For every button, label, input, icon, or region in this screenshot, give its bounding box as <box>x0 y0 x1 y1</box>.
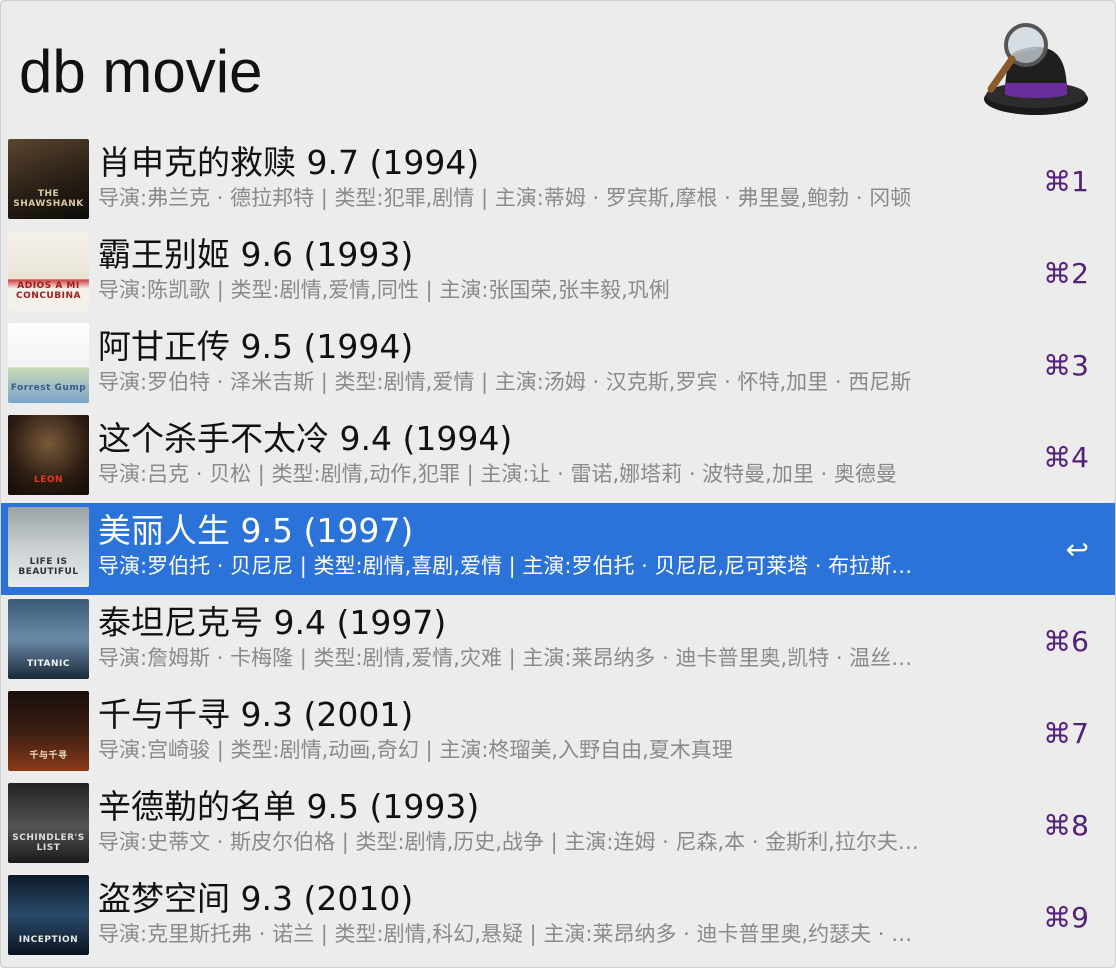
result-subtitle: 导演:史蒂文 · 斯皮尔伯格 | 类型:剧情,历史,战争 | 主演:连姆 · 尼… <box>98 830 919 854</box>
leon-poster-icon: LEON <box>8 415 89 495</box>
result-subtitle: 导演:宫崎骏 | 类型:剧情,动画,奇幻 | 主演:柊瑠美,入野自由,夏木真理 <box>98 738 733 762</box>
shortcut-hint: ⌘4 <box>1043 441 1089 474</box>
inception-poster-icon: INCEPTION <box>8 875 89 955</box>
result-row[interactable]: Forrest Gump 阿甘正传 9.5 (1994) 导演:罗伯特 · 泽米吉斯… <box>1 319 1115 411</box>
shortcut-hint: ⌘3 <box>1043 349 1089 382</box>
result-title: 阿甘正传 9.5 (1994) <box>98 327 414 366</box>
poster-label: INCEPTION <box>18 935 79 945</box>
shawshank-poster-icon: THE SHAWSHANK <box>8 139 89 219</box>
result-title: 辛德勒的名单 9.5 (1993) <box>98 787 480 826</box>
poster-label: Forrest Gump <box>10 383 87 393</box>
shortcut-hint: ⌘2 <box>1043 257 1089 290</box>
result-title: 霸王别姬 9.6 (1993) <box>98 235 414 274</box>
shortcut-hint: ⌘8 <box>1043 809 1089 842</box>
search-input[interactable] <box>19 31 919 111</box>
result-subtitle: 导演:吕克 · 贝松 | 类型:剧情,动作,犯罪 | 主演:让 · 雷诺,娜塔莉… <box>98 462 897 486</box>
result-subtitle: 导演:陈凯歌 | 类型:剧情,爱情,同性 | 主演:张国荣,张丰毅,巩俐 <box>98 278 670 302</box>
poster-label: THE SHAWSHANK <box>13 189 84 209</box>
result-row[interactable]: THE SHAWSHANK 肖申克的救赎 9.7 (1994) 导演:弗兰克 · 德… <box>1 135 1115 227</box>
schindlers-list-poster-icon: SCHINDLER'S LIST <box>8 783 89 863</box>
poster-label: LEON <box>33 475 64 485</box>
poster-label: TITANIC <box>27 659 70 669</box>
result-row[interactable]: 千与千寻 千与千寻 9.3 (2001) 导演:宫崎骏 | 类型:剧情,动画,奇幻 … <box>1 687 1115 779</box>
result-title: 盗梦空间 9.3 (2010) <box>98 879 414 918</box>
launcher-window: THE SHAWSHANK 肖申克的救赎 9.7 (1994) 导演:弗兰克 · 德… <box>0 0 1116 968</box>
return-key-icon: ↩ <box>1065 533 1089 566</box>
poster-label: 千与千寻 <box>29 751 68 761</box>
spirited-away-poster-icon: 千与千寻 <box>8 691 89 771</box>
life-is-beautiful-poster-icon: LIFE IS BEAUTIFUL <box>8 507 89 587</box>
result-row[interactable]: ADIOS A MI CONCUBINA 霸王别姬 9.6 (1993) 导演:陈凯… <box>1 227 1115 319</box>
poster-label: LIFE IS BEAUTIFUL <box>18 557 79 577</box>
shortcut-hint: ⌘7 <box>1043 717 1089 750</box>
result-row[interactable]: TITANIC 泰坦尼克号 9.4 (1997) 导演:詹姆斯 · 卡梅隆 | 类型… <box>1 595 1115 687</box>
forrest-gump-poster-icon: Forrest Gump <box>8 323 89 403</box>
shortcut-hint: ⌘1 <box>1043 165 1089 198</box>
result-row[interactable]: LEON 这个杀手不太冷 9.4 (1994) 导演:吕克 · 贝松 | 类型:剧情… <box>1 411 1115 503</box>
farewell-poster-icon: ADIOS A MI CONCUBINA <box>8 231 89 311</box>
titanic-poster-icon: TITANIC <box>8 599 89 679</box>
poster-label: ADIOS A MI CONCUBINA <box>16 281 81 301</box>
result-title: 泰坦尼克号 9.4 (1997) <box>98 603 447 642</box>
shortcut-hint: ⌘6 <box>1043 625 1089 658</box>
result-title: 肖申克的救赎 9.7 (1994) <box>98 143 480 182</box>
result-subtitle: 导演:罗伯托 · 贝尼尼 | 类型:剧情,喜剧,爱情 | 主演:罗伯托 · 贝尼… <box>98 554 913 578</box>
search-bar <box>1 1 1115 135</box>
result-title: 千与千寻 9.3 (2001) <box>98 695 414 734</box>
poster-label: SCHINDLER'S LIST <box>12 833 85 853</box>
result-subtitle: 导演:詹姆斯 · 卡梅隆 | 类型:剧情,爱情,灾难 | 主演:莱昂纳多 · 迪… <box>98 646 913 670</box>
shortcut-hint: ⌘9 <box>1043 901 1089 934</box>
result-subtitle: 导演:罗伯特 · 泽米吉斯 | 类型:剧情,爱情 | 主演:汤姆 · 汉克斯,罗… <box>98 370 912 394</box>
result-subtitle: 导演:弗兰克 · 德拉邦特 | 类型:犯罪,剧情 | 主演:蒂姆 · 罗宾斯,摩… <box>98 186 912 210</box>
result-row[interactable]: INCEPTION 盗梦空间 9.3 (2010) 导演:克里斯托弗 · 诺兰 | … <box>1 871 1115 963</box>
results-list: THE SHAWSHANK 肖申克的救赎 9.7 (1994) 导演:弗兰克 · 德… <box>1 135 1115 963</box>
result-subtitle: 导演:克里斯托弗 · 诺兰 | 类型:剧情,科幻,悬疑 | 主演:莱昂纳多 · … <box>98 922 913 946</box>
result-row[interactable]: LIFE IS BEAUTIFUL 美丽人生 9.5 (1997) 导演:罗伯托 ·… <box>1 503 1115 595</box>
result-row[interactable]: SCHINDLER'S LIST 辛德勒的名单 9.5 (1993) 导演:史蒂文 … <box>1 779 1115 871</box>
result-title: 这个杀手不太冷 9.4 (1994) <box>98 419 513 458</box>
result-title: 美丽人生 9.5 (1997) <box>98 511 414 550</box>
alfred-hat-icon[interactable] <box>981 17 1091 127</box>
